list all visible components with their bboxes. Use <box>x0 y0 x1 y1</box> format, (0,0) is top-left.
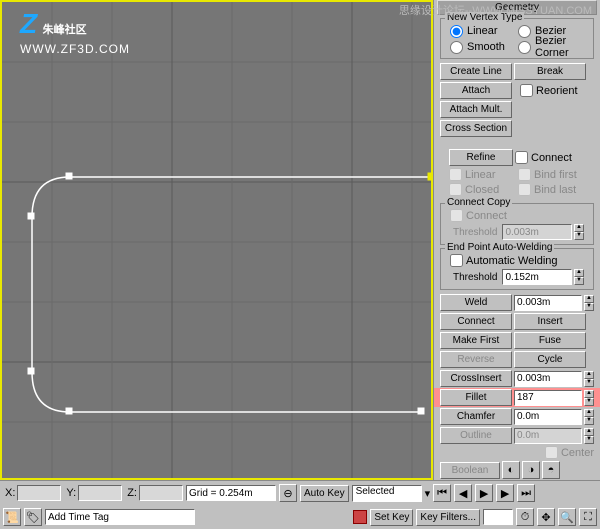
goto-end-icon[interactable]: ⏭ <box>517 484 535 502</box>
outline-spinner: 0.0m <box>514 428 582 444</box>
viewport-nav-icon[interactable]: ✥ <box>537 508 555 526</box>
reverse-button: Reverse <box>440 351 512 368</box>
linear-checkbox: Linear <box>449 168 516 181</box>
weld-button[interactable]: Weld <box>440 294 512 311</box>
play-icon[interactable]: ▶ <box>475 484 493 502</box>
vertex[interactable] <box>66 173 72 179</box>
center-checkbox: Center <box>545 446 594 459</box>
coord-z[interactable]: Z: <box>125 485 183 501</box>
vertex[interactable] <box>28 368 34 374</box>
boolean-intersect-icon: ◓ <box>542 461 560 479</box>
grid <box>2 2 431 478</box>
fuse-button[interactable]: Fuse <box>514 332 586 349</box>
selection-set-input[interactable]: Selected <box>352 485 422 502</box>
status-bar: X: Y: Z: Grid = 0.254m ⊖ Auto Key Select… <box>0 480 600 529</box>
time-config-icon[interactable]: ⏱ <box>516 508 534 526</box>
radio-linear[interactable]: Linear <box>450 24 516 38</box>
threshold-label: Threshold <box>450 227 500 238</box>
outline-button: Outline <box>440 427 512 444</box>
vertex-selected[interactable] <box>428 173 431 180</box>
closed-checkbox: Closed <box>449 183 516 196</box>
break-button[interactable]: Break <box>514 63 586 80</box>
cycle-button[interactable]: Cycle <box>514 351 586 368</box>
spinner-arrows[interactable]: ▲▼ <box>574 269 584 285</box>
radio-smooth[interactable]: Smooth <box>450 40 516 54</box>
autoweld-group: End Point Auto-Welding Automatic Welding… <box>440 248 594 290</box>
grid-readout: Grid = 0.254m <box>186 485 276 501</box>
threshold-aw-spinner[interactable]: 0.152m <box>502 269 572 285</box>
fillet-spinner[interactable]: 187 <box>514 390 582 406</box>
boolean-subtract-icon: ◑ <box>522 461 540 479</box>
autoweld-checkbox[interactable]: Automatic Welding <box>450 254 558 267</box>
crossinsert-button[interactable]: CrossInsert <box>440 370 512 387</box>
spinner-arrows[interactable]: ▲▼ <box>584 295 594 311</box>
watermark-text: 思缘设计论坛--WWW.MISSYUAN.COM <box>399 2 592 18</box>
chamfer-spinner[interactable]: 0.0m <box>514 409 582 425</box>
threshold-cc-spinner: 0.003m <box>502 224 572 240</box>
group-label: End Point Auto-Welding <box>445 242 554 253</box>
spinner-arrows: ▲▼ <box>574 224 584 240</box>
goto-start-icon[interactable]: ⏮ <box>433 484 451 502</box>
connect-cc-checkbox: Connect <box>450 209 507 222</box>
spinner-arrows[interactable]: ▲▼ <box>584 390 594 406</box>
max-viewport-icon[interactable]: ⛶ <box>579 508 597 526</box>
dropdown-icon[interactable]: ▾ <box>425 487 431 500</box>
prev-frame-icon[interactable]: ◀ <box>454 484 472 502</box>
spinner-arrows: ▲▼ <box>584 428 594 444</box>
vertex[interactable] <box>66 408 72 414</box>
connect-copy-group: Connect Copy Connect Threshold0.003m▲▼ <box>440 203 594 245</box>
reorient-checkbox[interactable]: Reorient <box>520 84 578 97</box>
crossinsert-spinner[interactable]: 0.003m <box>514 371 582 387</box>
spinner-arrows[interactable]: ▲▼ <box>584 371 594 387</box>
frame-spinner[interactable] <box>483 509 513 525</box>
script-icon[interactable]: 📜 <box>3 508 21 526</box>
command-panel: Geometry New Vertex Type Linear Bezier S… <box>433 0 600 480</box>
lock-icon[interactable]: ⊖ <box>279 484 297 502</box>
bind-last-checkbox: Bind last <box>518 183 585 196</box>
add-time-tag[interactable]: Add Time Tag <box>45 509 195 525</box>
weld-spinner[interactable]: 0.003m <box>514 295 582 311</box>
set-key-icon[interactable] <box>353 510 367 524</box>
attach-button[interactable]: Attach <box>440 82 512 99</box>
zoom-icon[interactable]: 🔍 <box>558 508 576 526</box>
logo-z-icon: Z <box>20 8 37 39</box>
refine-button[interactable]: Refine <box>449 149 513 166</box>
chamfer-button[interactable]: Chamfer <box>440 408 512 425</box>
attach-mult-button[interactable]: Attach Mult. <box>440 101 512 118</box>
create-line-button[interactable]: Create Line <box>440 63 512 80</box>
coord-x[interactable]: X: <box>3 485 61 501</box>
logo-watermark: Z 朱峰社区 WWW.ZF3D.COM <box>20 8 130 56</box>
vertex[interactable] <box>28 213 34 219</box>
viewport-canvas[interactable] <box>2 2 431 478</box>
cross-section-button[interactable]: Cross Section <box>440 120 512 137</box>
key-filters-button[interactable]: Key Filters... <box>416 509 480 526</box>
coord-y[interactable]: Y: <box>64 485 122 501</box>
tag-icon[interactable]: 🏷 <box>24 508 42 526</box>
boolean-button: Boolean <box>440 462 500 479</box>
radio-bezier-corner[interactable]: Bezier Corner <box>518 40 584 54</box>
connect-checkbox[interactable]: Connect <box>515 151 572 164</box>
connect-button[interactable]: Connect <box>440 313 512 330</box>
insert-button[interactable]: Insert <box>514 313 586 330</box>
bind-first-checkbox: Bind first <box>518 168 585 181</box>
boolean-union-icon: ◐ <box>502 461 520 479</box>
fillet-button[interactable]: Fillet <box>440 389 512 406</box>
vertex[interactable] <box>418 408 424 414</box>
auto-key-button[interactable]: Auto Key <box>300 485 349 502</box>
viewport[interactable] <box>0 0 433 480</box>
group-label: Connect Copy <box>445 197 512 208</box>
next-frame-icon[interactable]: ▶ <box>496 484 514 502</box>
spinner-arrows[interactable]: ▲▼ <box>584 409 594 425</box>
set-key-button[interactable]: Set Key <box>370 509 413 526</box>
new-vertex-type-group: New Vertex Type Linear Bezier Smooth Bez… <box>440 18 594 59</box>
refine-group: RefineConnect LinearBind first ClosedBin… <box>440 144 594 200</box>
threshold-label: Threshold <box>450 272 500 283</box>
make-first-button[interactable]: Make First <box>440 332 512 349</box>
